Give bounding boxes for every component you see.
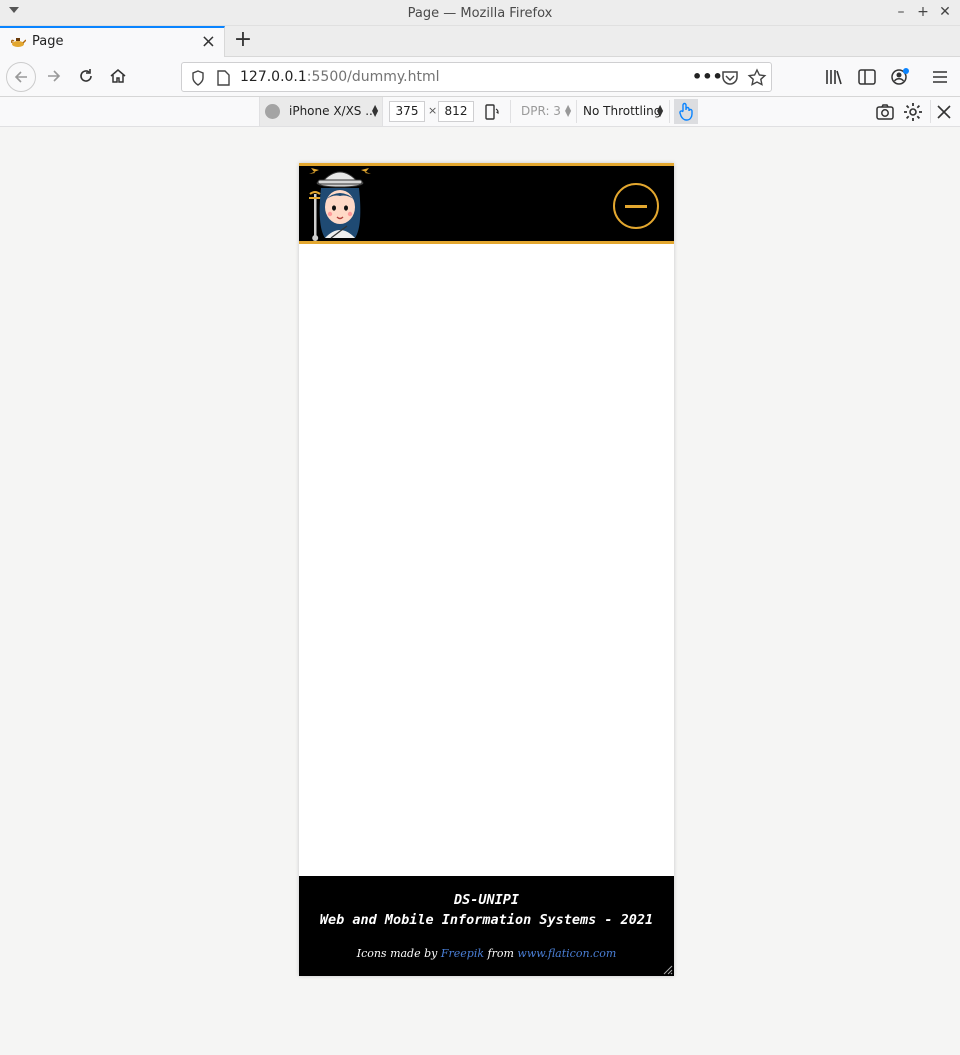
hermes-logo-icon[interactable]	[307, 166, 371, 241]
url-bar[interactable]: 127.0.0.1:5500/dummy.html •••	[181, 62, 772, 92]
freepik-link[interactable]: Freepik	[441, 947, 484, 960]
url-text[interactable]: 127.0.0.1:5500/dummy.html	[240, 69, 440, 85]
device-label: iPhone X/XS ...	[289, 104, 377, 118]
touch-simulation-button[interactable]	[674, 99, 698, 124]
toolbar-separator	[576, 100, 577, 123]
forward-icon[interactable]	[39, 62, 69, 92]
menu-icon[interactable]	[932, 70, 948, 84]
pocket-icon[interactable]	[720, 68, 740, 88]
viewport-height-input[interactable]: 812	[438, 101, 474, 122]
window-title: Page — Mozilla Firefox	[407, 6, 553, 21]
credits-middle: from	[484, 947, 518, 960]
maximize-icon[interactable]: +	[915, 4, 931, 20]
select-arrows-icon: ▲ ▼	[372, 103, 379, 118]
navigation-toolbar: 127.0.0.1:5500/dummy.html •••	[0, 57, 960, 97]
genie-lamp-icon	[11, 38, 26, 47]
site-footer: DS-UNIPI Web and Mobile Information Syst…	[299, 876, 674, 976]
tracking-shield-icon[interactable]	[191, 70, 205, 86]
footer-course: Web and Mobile Information Systems - 202…	[319, 912, 654, 928]
library-icon[interactable]	[825, 69, 843, 85]
tab-strip: Page × +	[0, 26, 960, 57]
footer-credits: Icons made by Freepik from www.flaticon.…	[299, 947, 674, 960]
settings-gear-icon[interactable]	[903, 102, 923, 122]
rotate-viewport-icon[interactable]	[483, 103, 501, 121]
minimize-icon[interactable]: –	[893, 4, 909, 20]
page-content	[299, 244, 674, 876]
device-viewport: DS-UNIPI Web and Mobile Information Syst…	[299, 163, 674, 976]
new-tab-icon[interactable]: +	[232, 29, 254, 51]
home-icon[interactable]	[103, 62, 133, 92]
site-header	[299, 163, 674, 244]
flaticon-link[interactable]: www.flaticon.com	[517, 947, 616, 960]
page-actions-icon[interactable]: •••	[692, 68, 723, 88]
sidebar-icon[interactable]	[858, 69, 876, 85]
reload-icon[interactable]	[71, 62, 101, 92]
close-rdm-icon[interactable]	[934, 102, 954, 122]
bookmark-star-icon[interactable]	[747, 68, 767, 88]
dimension-separator: ×	[428, 104, 438, 117]
select-arrows-icon: ▲ ▼	[657, 103, 664, 118]
device-icon	[265, 104, 280, 119]
network-throttling-selector[interactable]: No Throttling	[583, 104, 661, 118]
toolbar-separator	[930, 100, 931, 123]
viewport-width-input[interactable]: 375	[389, 101, 425, 122]
toolbar-separator	[669, 100, 670, 123]
footer-org: DS-UNIPI	[453, 892, 520, 908]
touch-hand-icon	[679, 102, 693, 121]
responsive-design-toolbar: iPhone X/XS ... ▲ ▼ 375 × 812 DPR: 3 ▲ ▼ N…	[0, 97, 960, 127]
tab-close-icon[interactable]: ×	[201, 32, 216, 52]
select-arrows-icon: ▲ ▼	[565, 103, 572, 118]
tab-page[interactable]: Page ×	[0, 26, 225, 57]
credits-prefix: Icons made by	[356, 947, 441, 960]
menu-toggle-button[interactable]	[613, 183, 659, 229]
screenshot-camera-icon[interactable]	[875, 102, 895, 122]
menu-bar-icon	[625, 205, 647, 208]
tab-label: Page	[32, 34, 64, 49]
device-selector[interactable]: iPhone X/XS ... ▲ ▼	[259, 97, 383, 126]
account-icon[interactable]	[890, 67, 910, 87]
window-titlebar: Page — Mozilla Firefox – + ✕	[0, 0, 960, 26]
page-info-icon[interactable]	[217, 70, 230, 86]
toolbar-separator	[510, 100, 511, 123]
back-icon[interactable]	[6, 62, 36, 92]
close-icon[interactable]: ✕	[937, 4, 953, 20]
dpr-selector[interactable]: DPR: 3	[521, 104, 561, 118]
resize-grip-icon[interactable]	[661, 963, 673, 975]
